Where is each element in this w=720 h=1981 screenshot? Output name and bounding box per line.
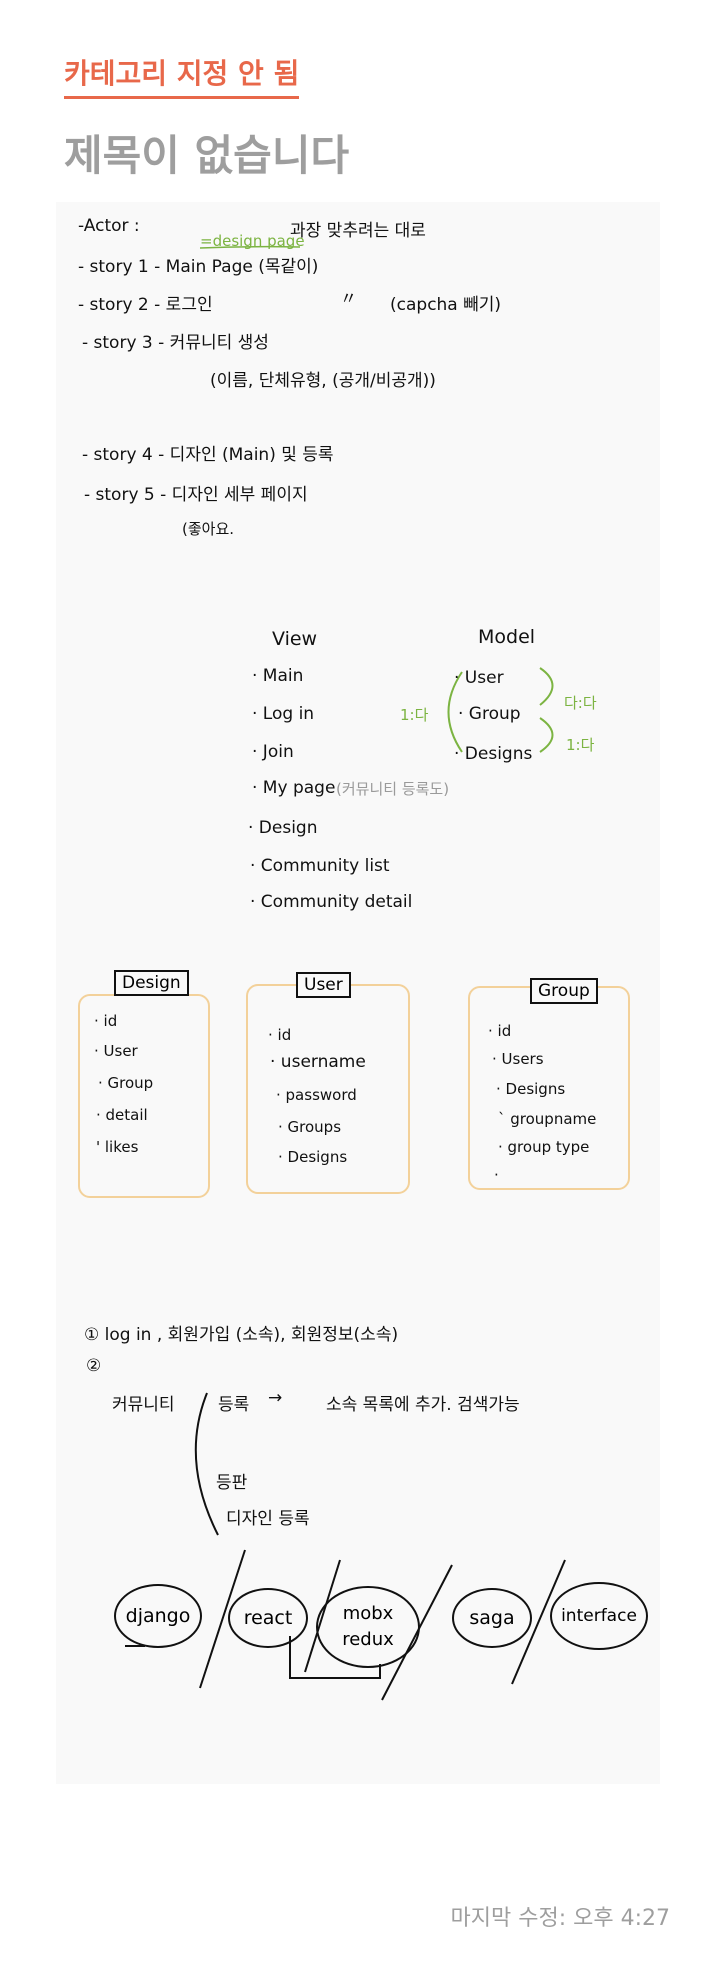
stack-label: saga: [469, 1607, 515, 1629]
view-item: · Design: [248, 818, 318, 838]
actor-label: -Actor :: [78, 216, 140, 236]
stack-django: django: [114, 1584, 202, 1648]
view-item: · Join: [252, 742, 294, 762]
relation-left: 1:다: [400, 706, 429, 724]
user-field: · Groups: [278, 1118, 342, 1136]
model-item: · Group: [458, 704, 521, 724]
stack-label: django: [125, 1605, 191, 1627]
group-field: ·: [494, 1166, 499, 1184]
design-table-title: Design: [114, 970, 189, 996]
arrow-icon: →: [268, 1388, 283, 1408]
design-field: · User: [94, 1042, 138, 1060]
design-register-label: 디자인 등록: [226, 1509, 310, 1529]
story-4: - story 4 - 디자인 (Main) 및 등록: [82, 445, 334, 465]
story-2-note: (capcha 빼기): [390, 295, 502, 315]
stack-mobx-redux: mobx redux: [316, 1586, 420, 1668]
design-page-note: =design page: [200, 232, 305, 250]
stack-interface: interface: [550, 1582, 648, 1650]
group-field: ` groupname: [498, 1110, 597, 1128]
user-field: · id: [268, 1026, 292, 1044]
story-2-ditto: 〃: [340, 289, 357, 309]
design-field: ' likes: [96, 1138, 139, 1156]
relation-top: 다:다: [564, 694, 597, 712]
view-item: · My page: [252, 778, 336, 798]
stack-label: redux: [342, 1629, 394, 1650]
group-field: · group type: [498, 1138, 590, 1156]
group-field: · id: [488, 1022, 512, 1040]
story-5-detail: (좋아요.: [182, 520, 235, 538]
design-field: · detail: [96, 1106, 148, 1124]
note-line-1: ① log in , 회원가입 (소속), 회원정보(소속): [84, 1325, 399, 1345]
group-field: · Designs: [496, 1080, 566, 1098]
view-item: · Log in: [252, 704, 315, 724]
stack-label: mobx: [342, 1603, 394, 1624]
model-item: · User: [454, 668, 504, 688]
story-5: - story 5 - 디자인 세부 페이지: [84, 485, 308, 505]
group-field: · Users: [492, 1050, 544, 1068]
view-heading: View: [272, 628, 318, 650]
mypage-note: (커뮤니티 등록도): [336, 780, 450, 798]
actor-note: 과장 맞추려는 대로: [290, 221, 426, 241]
community-label: 커뮤니티: [112, 1395, 175, 1415]
register-note: 소속 목록에 추가. 검색가능: [326, 1395, 520, 1415]
note-line-2: ②: [86, 1356, 102, 1376]
design-field: · id: [94, 1012, 118, 1030]
view-item: · Main: [252, 666, 304, 686]
model-heading: Model: [478, 626, 536, 648]
relation-bottom: 1:다: [566, 736, 595, 754]
group-table-title: Group: [530, 978, 598, 1004]
user-table-title: User: [296, 972, 351, 998]
story-1: - story 1 - Main Page (목같이): [78, 257, 319, 277]
board-label: 등판: [216, 1473, 248, 1493]
story-2: - story 2 - 로그인: [78, 295, 213, 315]
story-3: - story 3 - 커뮤니티 생성: [82, 333, 269, 353]
story-3-detail: (이름, 단체유형, (공개/비공개)): [210, 371, 436, 391]
user-field: · password: [276, 1086, 357, 1104]
stack-label: react: [243, 1607, 293, 1629]
stack-saga: saga: [452, 1588, 532, 1648]
view-item: · Community detail: [250, 892, 413, 912]
model-item: · Designs: [454, 744, 533, 764]
register-label: 등록: [218, 1395, 250, 1415]
design-field: · Group: [98, 1074, 154, 1092]
user-field: · username: [270, 1052, 366, 1072]
last-modified: 마지막 수정: 오후 4:27: [450, 1906, 670, 1931]
stack-label: interface: [561, 1606, 637, 1626]
view-item: · Community list: [250, 856, 390, 876]
user-field: · Designs: [278, 1148, 348, 1166]
stack-react: react: [228, 1588, 308, 1648]
